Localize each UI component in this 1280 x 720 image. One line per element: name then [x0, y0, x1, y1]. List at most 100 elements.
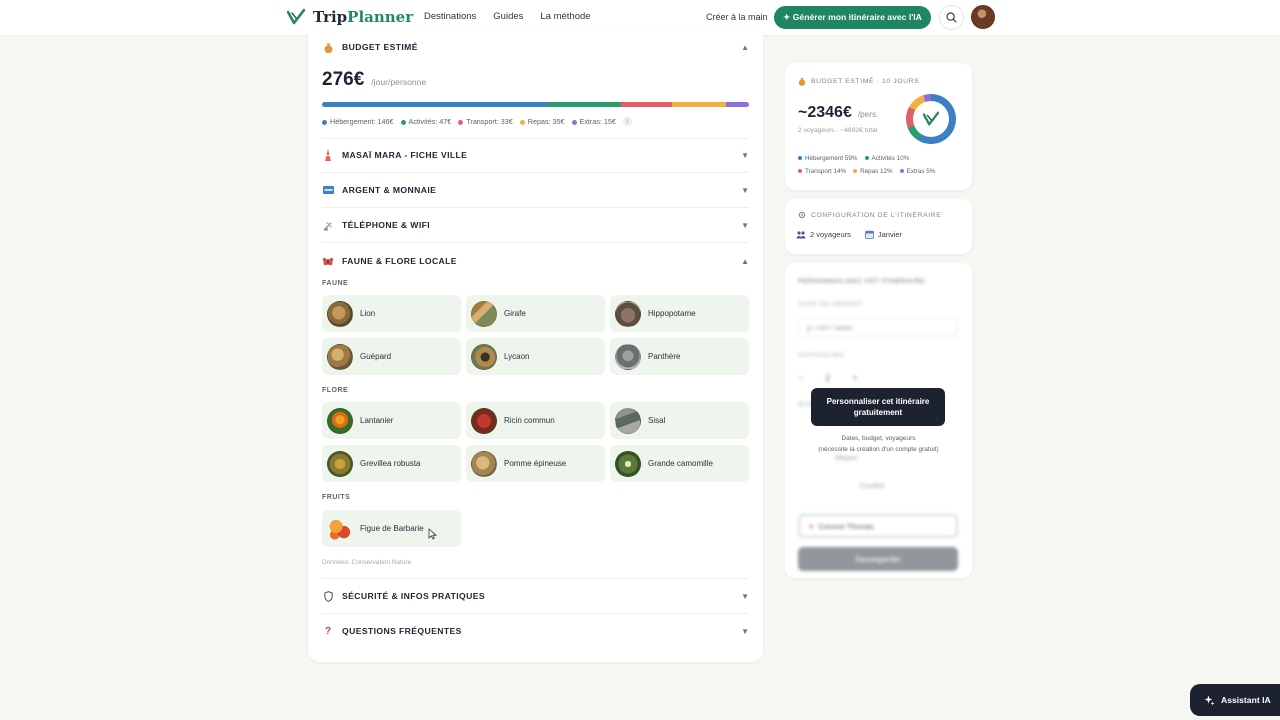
phone-section-title: TÉLÉPHONE & WIFI [342, 220, 431, 230]
generate-itinerary-button[interactable]: ✦ Générer mon itinéraire avec l'IA [774, 6, 931, 29]
plus-button[interactable]: + [852, 373, 857, 383]
fruits-heading: FRUITS [322, 494, 351, 501]
budget-summary-card: BUDGET ESTIMÉ · 10 JOURS ~2346€ /pers. 2… [785, 63, 972, 190]
species-chip-panthere[interactable]: Panthère [610, 338, 749, 375]
budget-summary-header: BUDGET ESTIMÉ · 10 JOURS [798, 77, 919, 86]
money-bag-icon [798, 78, 806, 86]
species-chip-lantanier[interactable]: Lantanier [322, 402, 461, 439]
city-section-header[interactable]: MASAÏ MARA - FICHE VILLE ▼ [322, 149, 749, 161]
heart-icon: ♥ [809, 521, 814, 531]
species-name: Grande camomille [648, 459, 713, 468]
daily-budget: 276€ /jour/personne [322, 69, 426, 91]
trip-total-unit: /pers. [857, 110, 879, 119]
budget-bar-segment [725, 102, 749, 107]
species-chip-lion[interactable]: Lion [322, 295, 461, 332]
legend-activites-label: Activités: 47€ [408, 117, 452, 126]
banknote-icon [322, 184, 334, 196]
itinerary-config-card: CONFIGURATION DE L'ITINÉRAIRE 2 voyageur… [785, 199, 972, 254]
save-button[interactable]: Sauvegarder [798, 547, 958, 571]
nav-guides[interactable]: Guides [493, 11, 523, 22]
ai-assistant-label: Assistant IA [1221, 695, 1271, 705]
legend-transport: Transport: 33€ [458, 117, 513, 126]
trip-subtotal: 2 voyageurs · ~4692€ total [798, 127, 878, 134]
legend-repas: Repas: 35€ [519, 117, 565, 126]
config-travelers: 2 voyageurs [810, 230, 851, 239]
divider [322, 172, 749, 173]
summary-legend-activites: Activités 10% [864, 155, 909, 162]
summary-legend-label: Transport 14% [805, 168, 847, 175]
divider [322, 578, 749, 579]
species-chip-girafe[interactable]: Girafe [466, 295, 605, 332]
brand-name-part-1: Trip [313, 8, 348, 26]
money-section-header[interactable]: ARGENT & MONNAIE ▼ [322, 184, 749, 196]
brand-name: TripPlanner [313, 8, 413, 26]
sisal-thumbnail [615, 407, 641, 434]
species-chip-pomme-epineuse[interactable]: Pomme épineuse [466, 445, 605, 482]
species-chip-grevillea[interactable]: Grevillea robusta [322, 445, 461, 482]
species-name: Figue de Barbarie [360, 524, 424, 533]
calendar-icon [864, 230, 874, 239]
summary-legend-label: Repas 12% [860, 168, 893, 175]
trip-total: ~2346€ /pers. [798, 104, 878, 122]
user-avatar[interactable] [971, 5, 995, 29]
budget-section-title: BUDGET ESTIMÉ [342, 42, 418, 52]
legend-hebergement: Hébergement: 146€ [322, 117, 394, 126]
mouse-cursor-icon [428, 528, 437, 540]
legend-extras: Extras: 15€ [571, 117, 616, 126]
safety-section-header[interactable]: SÉCURITÉ & INFOS PRATIQUES ▼ [322, 590, 749, 602]
budget-section-header[interactable]: BUDGET ESTIMÉ ▲ [322, 41, 749, 53]
ai-assistant-button[interactable]: Assistant IA [1190, 684, 1280, 716]
chevron-down-icon: ▼ [741, 220, 749, 230]
species-chip-hippopotame[interactable]: Hippopotame [610, 295, 749, 332]
nav-methode[interactable]: La méthode [540, 11, 590, 22]
lion-thumbnail [327, 300, 353, 327]
personalize-free-button[interactable]: Personnaliser cet itinéraire gratuitemen… [811, 388, 945, 426]
satellite-antenna-icon [322, 219, 334, 231]
search-button[interactable] [939, 5, 964, 30]
summary-legend-label: Extras 5% [906, 168, 936, 175]
personalize-note-line-2: (nécessite la création d'un compte gratu… [818, 446, 939, 453]
species-name: Lion [360, 309, 376, 318]
divider [322, 207, 749, 208]
species-chip-guepard[interactable]: Guépard [322, 338, 461, 375]
faq-section-title: QUESTIONS FRÉQUENTES [342, 626, 462, 636]
budget-option-confort[interactable]: Confort [860, 481, 885, 490]
safety-section-title: SÉCURITÉ & INFOS PRATIQUES [342, 591, 485, 601]
travelers-stepper[interactable]: − 2 + [798, 373, 858, 383]
style-input[interactable]: ♥ Comme Thomas [798, 514, 958, 538]
sparkle-icon [1204, 695, 1215, 705]
info-icon[interactable]: i [622, 117, 632, 126]
nav-destinations[interactable]: Destinations [424, 11, 476, 22]
butterfly-icon [322, 255, 334, 267]
people-icon [796, 230, 806, 238]
thorn-apple-thumbnail [471, 450, 497, 477]
wildlife-section-header[interactable]: FAUNE & FLORE LOCALE ▲ [322, 255, 749, 267]
minus-button[interactable]: − [798, 373, 803, 383]
faq-section-header[interactable]: ? QUESTIONS FRÉQUENTES ▼ [322, 625, 749, 637]
gear-icon [798, 211, 806, 219]
brand-logo[interactable]: TripPlanner [287, 8, 413, 26]
species-chip-grande-camomille[interactable]: Grande camomille [610, 445, 749, 482]
wildlife-section-title: FAUNE & FLORE LOCALE [342, 256, 457, 266]
summary-legend-row-1: Hébergement 59% Activités 10% [798, 155, 909, 162]
species-chip-lycaon[interactable]: Lycaon [466, 338, 605, 375]
summary-legend-extras: Extras 5% [899, 168, 936, 175]
create-manually-link[interactable]: Créer à la main [706, 12, 768, 22]
castor-plant-thumbnail [471, 407, 497, 434]
top-navigation-bar: TripPlanner Destinations Guides La métho… [0, 0, 1280, 36]
money-section-title: ARGENT & MONNAIE [342, 185, 437, 195]
summary-legend-repas: Repas 12% [853, 168, 893, 175]
species-name: Ricin commun [504, 416, 555, 425]
phone-section-header[interactable]: TÉLÉPHONE & WIFI ▼ [322, 219, 749, 231]
species-chip-figue-barbarie[interactable]: Figue de Barbarie [322, 510, 461, 547]
grevillea-thumbnail [327, 450, 353, 477]
species-chip-ricin[interactable]: Ricin commun [466, 402, 605, 439]
species-name: Pomme épineuse [504, 459, 567, 468]
config-values: 2 voyageurs Janvier [796, 230, 902, 239]
personalize-note-line-1: Dates, budget, voyageurs [841, 435, 916, 442]
species-name: Hippopotame [648, 309, 696, 318]
species-chip-sisal[interactable]: Sisal [610, 402, 749, 439]
chevron-down-icon: ▼ [741, 185, 749, 195]
species-name: Lantanier [360, 416, 394, 425]
date-field[interactable]: jj / mm / aaaa [798, 317, 958, 337]
